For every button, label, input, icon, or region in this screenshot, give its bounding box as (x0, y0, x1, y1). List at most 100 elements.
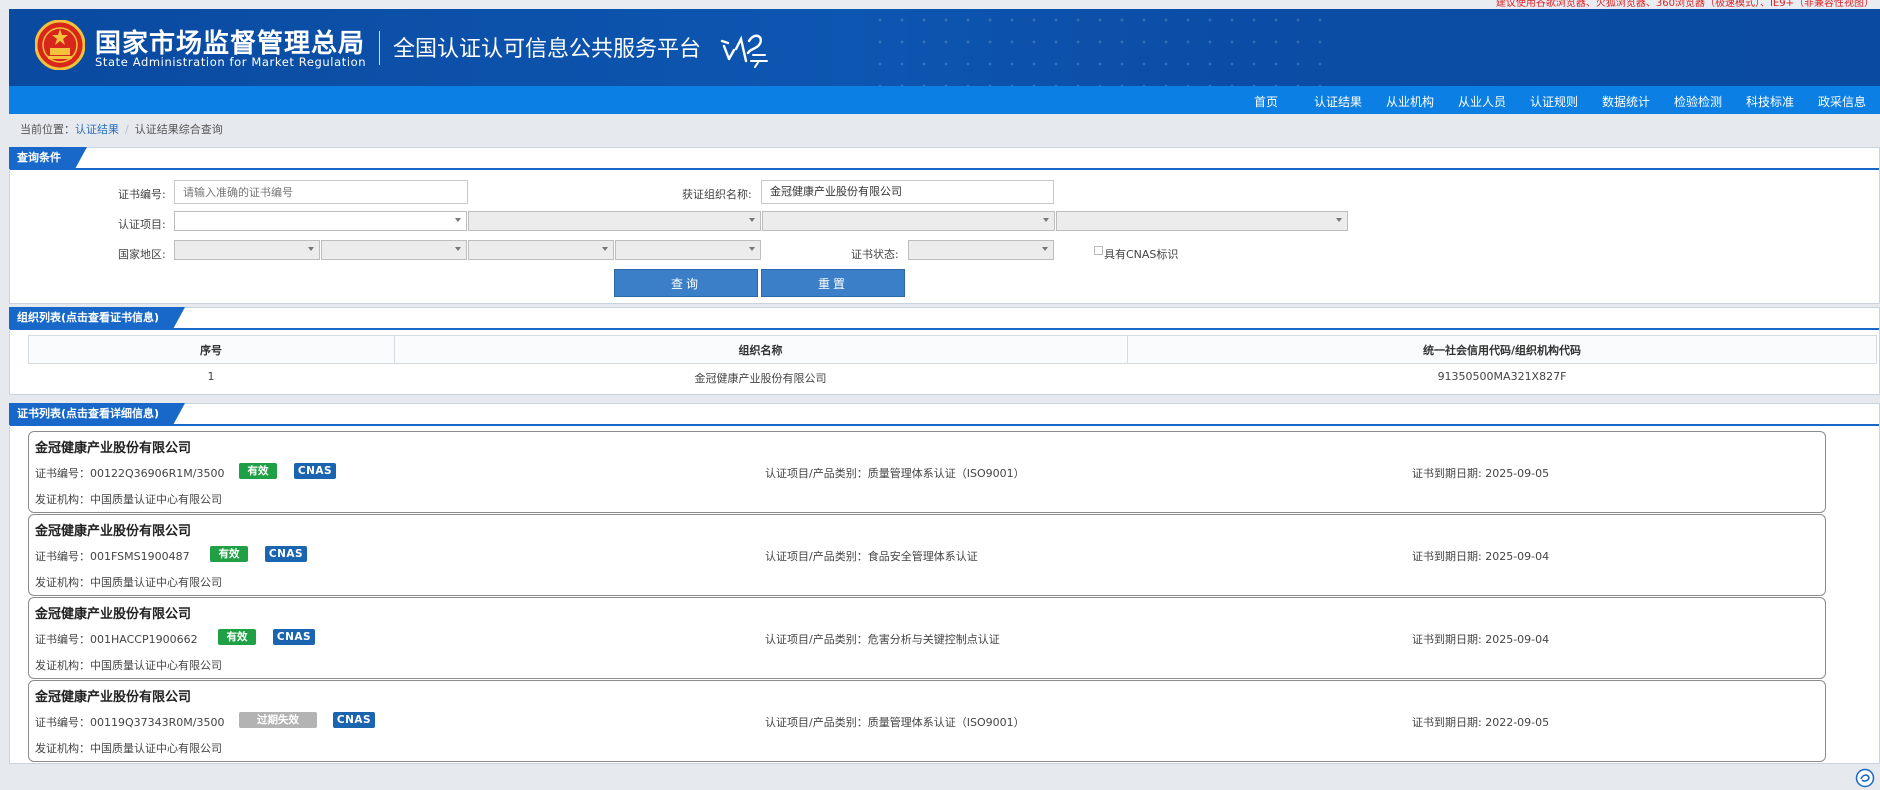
header-divider (379, 31, 380, 65)
expiry-value: 2022-09-05 (1485, 716, 1550, 729)
cert-org-name: 金冠健康产业股份有限公司 (35, 607, 192, 622)
row-index[interactable]: 1 (28, 370, 394, 383)
region-select-4[interactable] (615, 240, 761, 260)
expiry-prefix: 证书到期日期: (1412, 633, 1482, 646)
project-select-2[interactable] (468, 211, 761, 231)
issuer-value: 中国质量认证中心有限公司 (90, 742, 222, 755)
org-list-tab: 组织列表(点击查看证书信息) (9, 307, 185, 329)
panel-rule (10, 328, 1879, 330)
cnas-badge: CNAS (265, 546, 307, 562)
issuer-prefix: 发证机构： (35, 742, 90, 755)
chevron-down-icon (1042, 247, 1048, 251)
status-label: 证书状态: (851, 248, 899, 261)
project-prefix: 认证项目/产品类别： (765, 467, 868, 480)
reset-button[interactable]: 重置 (761, 269, 905, 297)
chevron-down-icon (602, 247, 608, 251)
col-index: 序号 (200, 344, 222, 357)
status-badge: 有效 (210, 546, 248, 562)
nav-procurement[interactable]: 政采信息 (1818, 93, 1866, 110)
nav-cert-rules[interactable]: 认证规则 (1530, 93, 1578, 110)
breadcrumb-separator: / (125, 123, 129, 136)
cert-card[interactable]: 金冠健康产业股份有限公司 证书编号：001HACCP1900662 有效 CNA… (28, 597, 1826, 679)
cert-expiry: 证书到期日期: 2022-09-05 (1412, 714, 1549, 730)
nav-standards[interactable]: 科技标准 (1746, 93, 1794, 110)
issuer-prefix: 发证机构： (35, 659, 90, 672)
top-strip: 建议使用谷歌浏览器、火狐浏览器、360浏览器（极速模式）、IE9+（非兼容性视图… (0, 0, 1880, 9)
nav-statistics[interactable]: 数据统计 (1602, 93, 1650, 110)
project-prefix: 认证项目/产品类别： (765, 550, 868, 563)
region-select-3[interactable] (468, 240, 614, 260)
nav-home[interactable]: 首页 (1254, 93, 1278, 110)
issuer-value: 中国质量认证中心有限公司 (90, 576, 222, 589)
breadcrumb: 当前位置：认证结果 / 认证结果综合查询 (20, 121, 223, 137)
status-badge: 有效 (239, 463, 277, 479)
cert-org-name: 金冠健康产业股份有限公司 (35, 524, 192, 539)
chevron-down-icon (749, 247, 755, 251)
row-credit-code[interactable]: 91350500MA321X827F (1127, 370, 1877, 383)
expiry-value: 2025-09-04 (1485, 550, 1550, 563)
cert-no-value: 001FSMS1900487 (90, 550, 190, 563)
col-credit-code: 统一社会信用代码/组织机构代码 (1422, 344, 1582, 357)
cert-issuer: 发证机构：中国质量认证中心有限公司 (35, 740, 222, 756)
status-select[interactable] (908, 240, 1054, 260)
project-label: 认证项目: (118, 218, 166, 231)
cert-no-value: 00122Q36906R1M/3500 (90, 467, 225, 480)
cert-card[interactable]: 金冠健康产业股份有限公司 证书编号：001FSMS1900487 有效 CNAS… (28, 514, 1826, 596)
nav-practitioners[interactable]: 从业人员 (1458, 93, 1506, 110)
header-decoration (869, 9, 1329, 86)
cert-number: 证书编号：00122Q36906R1M/3500 (35, 465, 224, 481)
expiry-prefix: 证书到期日期: (1412, 716, 1482, 729)
query-panel-tab: 查询条件 (9, 147, 87, 169)
cert-no-prefix: 证书编号： (35, 550, 90, 563)
agency-name-en: State Administration for Market Regulati… (95, 55, 367, 69)
region-select-2[interactable] (321, 240, 467, 260)
status-badge: 有效 (218, 629, 256, 645)
row-org-name[interactable]: 金冠健康产业股份有限公司 (394, 370, 1127, 386)
cert-no-value: 00119Q37343R0M/3500 (90, 716, 225, 729)
project-select-3[interactable] (762, 211, 1055, 231)
org-name-input[interactable]: 金冠健康产业股份有限公司 (761, 180, 1054, 204)
cnas-checkbox[interactable] (1094, 246, 1103, 255)
cert-org-name: 金冠健康产业股份有限公司 (35, 690, 192, 705)
site-header: 国家市场监督管理总局 State Administration for Mark… (9, 9, 1880, 86)
cnas-badge: CNAS (273, 629, 315, 645)
cert-list-tab: 证书列表(点击查看详细信息) (9, 403, 185, 425)
national-emblem-icon (35, 20, 85, 70)
expiry-value: 2025-09-05 (1485, 467, 1550, 480)
nav-inspection[interactable]: 检验检测 (1674, 93, 1722, 110)
project-value: 危害分析与关键控制点认证 (867, 633, 1000, 646)
cert-number: 证书编号：001FSMS1900487 (35, 548, 190, 564)
main-nav: 首页 认证结果 从业机构 从业人员 认证规则 数据统计 检验检测 科技标准 政采… (9, 86, 1880, 114)
region-select-1[interactable] (174, 240, 320, 260)
cert-card[interactable]: 金冠健康产业股份有限公司 证书编号：00122Q36906R1M/3500 有效… (28, 431, 1826, 513)
browser-notice: 建议使用谷歌浏览器、火狐浏览器、360浏览器（极速模式）、IE9+（非兼容性视图… (1495, 0, 1874, 9)
nav-cert-results[interactable]: 认证结果 (1314, 93, 1362, 110)
cert-card[interactable]: 金冠健康产业股份有限公司 证书编号：00119Q37343R0M/3500 过期… (28, 680, 1826, 762)
issuer-prefix: 发证机构： (35, 493, 90, 506)
issuer-value: 中国质量认证中心有限公司 (90, 493, 222, 506)
chevron-down-icon (455, 247, 461, 251)
floating-help-icon[interactable] (1855, 768, 1875, 788)
search-button[interactable]: 查询 (614, 269, 758, 297)
project-prefix: 认证项目/产品类别： (765, 716, 868, 729)
cert-no-input[interactable] (174, 180, 468, 204)
project-value: 质量管理体系认证（ISO9001） (867, 716, 1025, 729)
cert-project: 认证项目/产品类别：食品安全管理体系认证 (765, 548, 978, 564)
breadcrumb-link-cert-results[interactable]: 认证结果 (75, 123, 119, 136)
chevron-down-icon (1336, 218, 1342, 222)
chevron-down-icon (1043, 218, 1049, 222)
panel-rule (10, 424, 1879, 426)
cert-expiry: 证书到期日期: 2025-09-04 (1412, 548, 1549, 564)
cert-project: 认证项目/产品类别：危害分析与关键控制点认证 (765, 631, 1000, 647)
project-select-4[interactable] (1056, 211, 1348, 231)
cert-expiry: 证书到期日期: 2025-09-05 (1412, 465, 1549, 481)
issuer-value: 中国质量认证中心有限公司 (90, 659, 222, 672)
org-name-label: 获证组织名称: (682, 188, 752, 201)
project-value: 食品安全管理体系认证 (867, 550, 978, 563)
cert-project: 认证项目/产品类别：质量管理体系认证（ISO9001） (765, 714, 1025, 730)
nav-institutions[interactable]: 从业机构 (1386, 93, 1434, 110)
cert-number: 证书编号：001HACCP1900662 (35, 631, 198, 647)
project-select-1[interactable] (174, 211, 467, 231)
chevron-down-icon (749, 218, 755, 222)
certification-cloud-logo (720, 34, 768, 68)
